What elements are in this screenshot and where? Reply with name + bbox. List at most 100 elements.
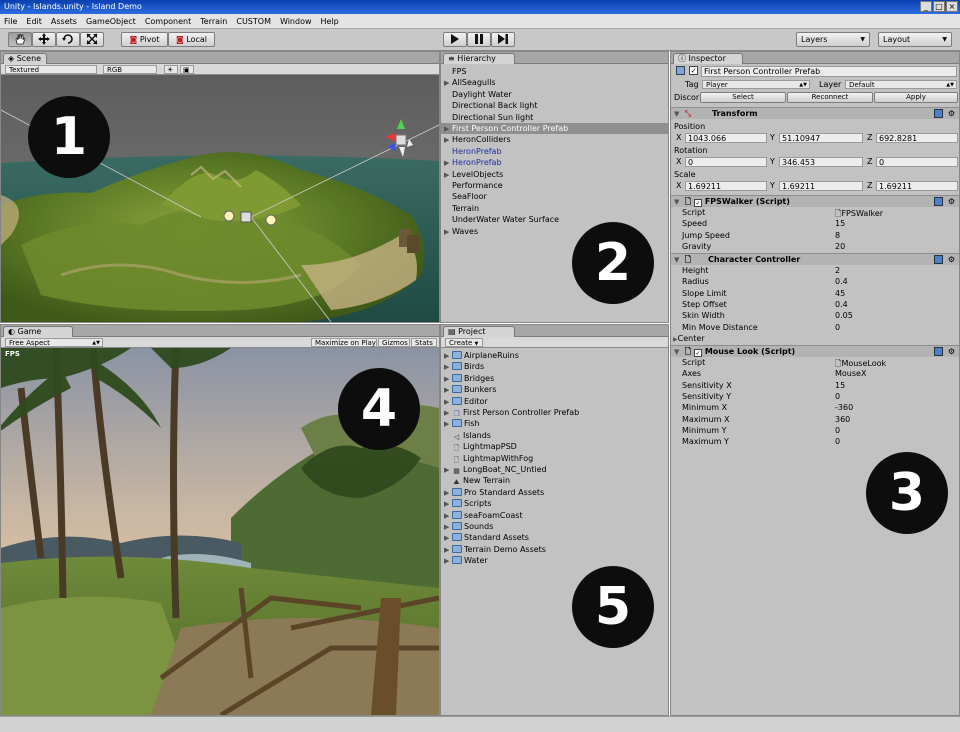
property-value[interactable]: 360: [835, 415, 850, 424]
hierarchy-item[interactable]: Directional Back light: [441, 100, 668, 111]
scale-x-field[interactable]: 1.69211: [685, 181, 767, 191]
help-icon[interactable]: [934, 347, 943, 356]
object-name-field[interactable]: First Person Controller Prefab: [701, 66, 957, 77]
expand-arrow-icon[interactable]: ▶: [444, 158, 452, 169]
menu-help[interactable]: Help: [321, 17, 339, 26]
step-button[interactable]: [491, 32, 515, 47]
maximize-button[interactable]: □: [933, 1, 945, 12]
hierarchy-item[interactable]: Daylight Water: [441, 89, 668, 100]
prefab-reconnect-button[interactable]: Reconnect: [787, 92, 873, 103]
property-value[interactable]: 2: [835, 266, 840, 275]
menu-component[interactable]: Component: [145, 17, 191, 26]
expand-arrow-icon[interactable]: ▶: [444, 499, 452, 510]
project-item[interactable]: ▶ Scripts: [441, 498, 668, 509]
scene-lighting-toggle[interactable]: ☀: [164, 65, 178, 74]
project-item[interactable]: ▶ Editor: [441, 396, 668, 407]
property-value[interactable]: 20: [835, 242, 845, 251]
property-value[interactable]: 0: [835, 323, 840, 332]
tab-game[interactable]: ◐ Game: [3, 326, 73, 337]
property-value[interactable]: 0.4: [835, 277, 848, 286]
active-checkbox[interactable]: ✓: [689, 66, 698, 75]
help-icon[interactable]: [934, 109, 943, 118]
position-y-field[interactable]: 51.10947: [779, 133, 863, 143]
property-value[interactable]: 45: [835, 289, 845, 298]
color-mode-dropdown[interactable]: RGB: [103, 65, 157, 74]
hierarchy-item[interactable]: Terrain: [441, 203, 668, 214]
hierarchy-item[interactable]: ▶ LevelObjects: [441, 169, 668, 180]
menu-window[interactable]: Window: [280, 17, 312, 26]
project-item[interactable]: ▶ Birds: [441, 361, 668, 372]
hierarchy-item[interactable]: ▶ AllSeagulls: [441, 77, 668, 88]
menu-assets[interactable]: Assets: [51, 17, 77, 26]
prefab-select-button[interactable]: Select: [700, 92, 786, 103]
expand-arrow-icon[interactable]: ▶: [444, 522, 452, 533]
project-item[interactable]: ▶ Pro Standard Assets: [441, 487, 668, 498]
expand-arrow-icon[interactable]: ▶: [444, 511, 452, 522]
rotation-z-field[interactable]: 0: [876, 157, 958, 167]
project-item[interactable]: 🗋 LightmapPSD: [441, 441, 668, 452]
tag-dropdown[interactable]: Player ▲▼: [702, 80, 810, 89]
gizmos-toggle[interactable]: Gizmos: [378, 338, 410, 347]
gear-icon[interactable]: ⚙: [948, 196, 955, 207]
property-value[interactable]: 0: [835, 392, 840, 401]
tab-project[interactable]: ▤ Project: [443, 326, 515, 337]
layer-dropdown[interactable]: Default ▲▼: [845, 80, 957, 89]
pause-button[interactable]: [467, 32, 491, 47]
property-value[interactable]: -360: [835, 403, 853, 412]
hierarchy-item[interactable]: FPS: [441, 66, 668, 77]
project-item[interactable]: ▶ Terrain Demo Assets: [441, 544, 668, 555]
render-mode-dropdown[interactable]: Textured: [5, 65, 97, 74]
scale-tool-button[interactable]: [80, 32, 104, 47]
menu-custom[interactable]: CUSTOM: [236, 17, 271, 26]
menu-terrain[interactable]: Terrain: [200, 17, 227, 26]
scale-z-field[interactable]: 1.69211: [876, 181, 958, 191]
tab-scene[interactable]: ◈ Scene: [3, 53, 47, 64]
tab-inspector[interactable]: ⓘ Inspector: [673, 53, 743, 64]
property-value[interactable]: 8: [835, 231, 840, 240]
expand-arrow-icon[interactable]: ▶: [444, 78, 452, 89]
expand-arrow-icon[interactable]: ▶: [444, 374, 452, 385]
property-value[interactable]: 15: [835, 381, 845, 390]
scale-y-field[interactable]: 1.69211: [779, 181, 863, 191]
hierarchy-item[interactable]: HeronPrefab: [441, 146, 668, 157]
project-item[interactable]: ⛰ New Terrain: [441, 475, 668, 486]
project-item[interactable]: ▶ Water: [441, 555, 668, 566]
expand-arrow-icon[interactable]: ▶: [444, 419, 452, 430]
hierarchy-item[interactable]: ▶ HeronPrefab: [441, 157, 668, 168]
fpswalker-header[interactable]: ▼ 🗋 ✓ FPSWalker (Script) ⚙: [671, 195, 959, 207]
transform-header[interactable]: ▼ ⤡ Transform ⚙: [671, 107, 959, 119]
layout-dropdown[interactable]: Layout ▼: [878, 32, 952, 47]
pivot-toggle-button[interactable]: ◙ Pivot: [121, 32, 168, 47]
rotation-x-field[interactable]: 0: [685, 157, 767, 167]
property-value[interactable]: 0: [835, 437, 840, 446]
prefab-apply-button[interactable]: Apply: [874, 92, 958, 103]
hierarchy-item[interactable]: UnderWater Water Surface: [441, 214, 668, 225]
project-item[interactable]: ▶ Standard Assets: [441, 532, 668, 543]
expand-arrow-icon[interactable]: ▶: [444, 488, 452, 499]
project-item[interactable]: 🗋 LightmapWithFog: [441, 453, 668, 464]
project-item[interactable]: ▶ ❒ First Person Controller Prefab: [441, 407, 668, 418]
menu-edit[interactable]: Edit: [26, 17, 42, 26]
position-z-field[interactable]: 692.8281: [876, 133, 958, 143]
expand-arrow-icon[interactable]: ▶: [444, 397, 452, 408]
gear-icon[interactable]: ⚙: [948, 346, 955, 357]
help-icon[interactable]: [934, 197, 943, 206]
expand-arrow-icon[interactable]: ▶: [444, 545, 452, 556]
hierarchy-item[interactable]: SeaFloor: [441, 191, 668, 202]
mouselook-header[interactable]: ▼ 🗋 ✓ Mouse Look (Script) ⚙: [671, 345, 959, 357]
project-item[interactable]: ▶ seaFoamCoast: [441, 510, 668, 521]
menu-file[interactable]: File: [4, 17, 17, 26]
project-item[interactable]: ▶ ▦ LongBoat_NC_Untied: [441, 464, 668, 475]
expand-arrow-icon[interactable]: ▶: [444, 533, 452, 544]
project-item[interactable]: ▶ Sounds: [441, 521, 668, 532]
hierarchy-item[interactable]: Performance: [441, 180, 668, 191]
hierarchy-item[interactable]: Directional Sun light: [441, 112, 668, 123]
aspect-dropdown[interactable]: Free Aspect ▲▼: [5, 338, 103, 347]
stats-toggle[interactable]: Stats: [411, 338, 437, 347]
menu-gameobject[interactable]: GameObject: [86, 17, 136, 26]
hand-tool-button[interactable]: [8, 32, 32, 47]
layers-dropdown[interactable]: Layers ▼: [796, 32, 870, 47]
expand-arrow-icon[interactable]: ▶: [444, 385, 452, 396]
gear-icon[interactable]: ⚙: [948, 108, 955, 119]
hierarchy-item[interactable]: ▶ First Person Controller Prefab: [441, 123, 668, 135]
